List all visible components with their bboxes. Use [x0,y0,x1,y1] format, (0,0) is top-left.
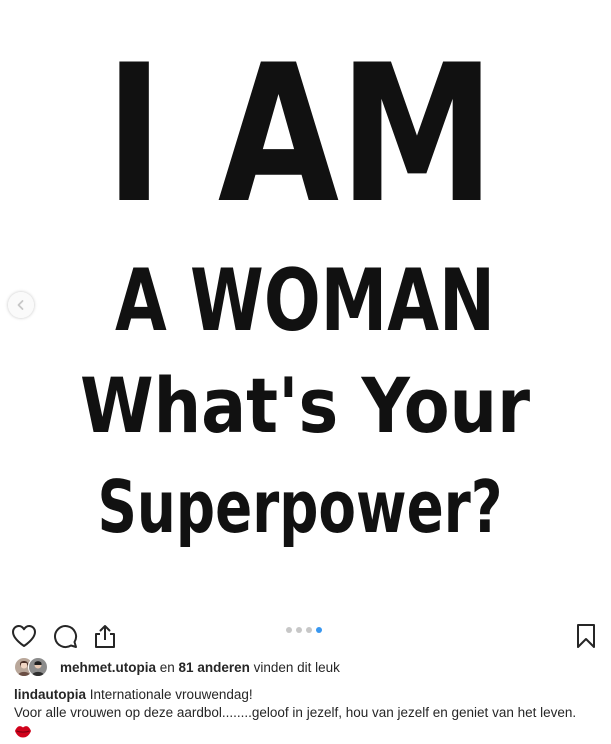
caption-text-line-2: Voor alle vrouwen op deze aardbol.......… [14,705,577,720]
like-button[interactable] [10,622,38,650]
post-action-bar [0,614,611,658]
share-button[interactable] [91,622,119,650]
avatar [28,657,48,677]
carousel-dot [296,627,302,633]
liker-avatars[interactable] [14,656,54,678]
comment-button[interactable] [51,622,79,650]
liker-username[interactable]: mehmet.utopia [60,660,156,675]
chevron-left-icon [17,300,24,310]
save-button[interactable] [572,622,600,650]
carousel-prev-button[interactable] [8,292,34,318]
heart-icon [12,625,36,647]
carousel-dot-active [316,627,322,633]
caption-username[interactable]: lindautopia [14,687,86,702]
likes-suffix: vinden dit leuk [249,659,340,675]
likes-connector: en [156,659,179,675]
caption-text-line-1: Internationale vrouwendag! [86,687,253,702]
post-image[interactable]: I AM A WOMAN What's Your Superpower? [0,0,611,612]
quote-line-4: Superpower? [98,465,503,549]
lips-icon [15,726,31,738]
carousel-dot [306,627,312,633]
quote-line-2: A WOMAN [115,251,495,351]
comment-icon [54,625,78,649]
carousel-indicator [286,627,322,635]
quote-line-3: What's Your [80,361,530,450]
post-caption: lindautopia Internationale vrouwendag! V… [14,686,604,739]
quote-graphic: I AM A WOMAN What's Your Superpower? [80,24,530,549]
likes-count-link[interactable]: 81 anderen [179,660,250,675]
share-icon [95,625,115,648]
carousel-dot [286,627,292,633]
likes-summary: mehmet.utopia en 81 anderen vinden dit l… [14,656,340,678]
bookmark-icon [577,624,595,648]
quote-line-1: I AM [105,24,495,245]
